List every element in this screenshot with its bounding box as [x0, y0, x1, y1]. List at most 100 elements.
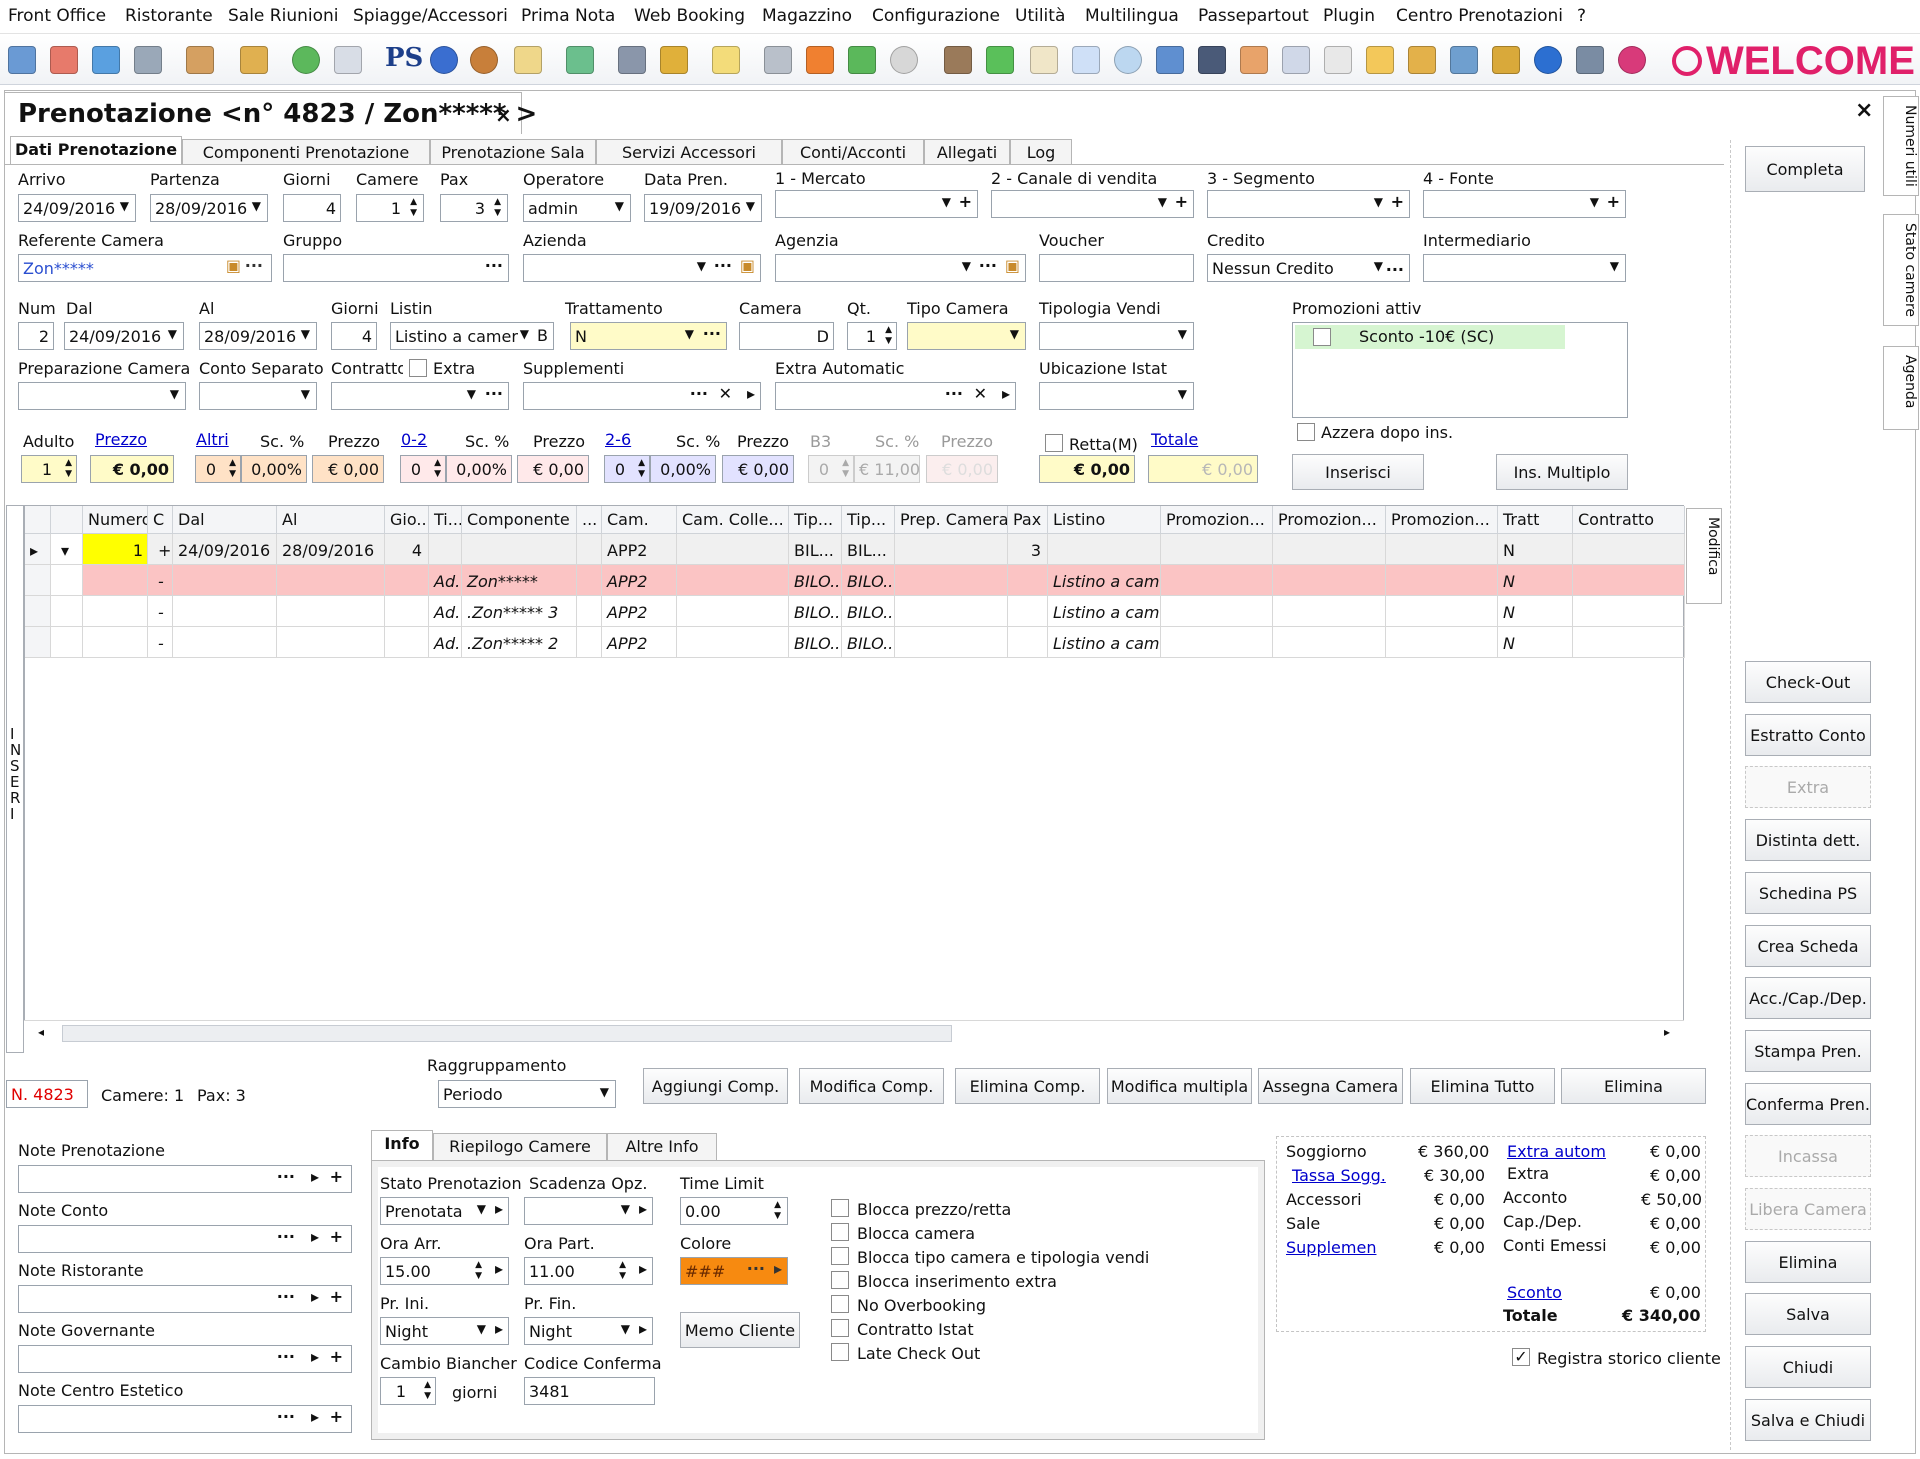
document-tab[interactable]: Prenotazione <n° 4823 / Zon***** > × [4, 92, 537, 134]
spinner-icon[interactable]: ▲ ▼ [774, 1200, 781, 1222]
arrow-right-icon[interactable]: ▸ [774, 1259, 782, 1278]
sidebar-button-crea-scheda[interactable]: Crea Scheda [1745, 924, 1871, 967]
grid-header-14[interactable]: Listino [1048, 506, 1161, 534]
grid-cell-pax[interactable] [1008, 596, 1048, 627]
arrow-right-icon[interactable]: ▸ [639, 1259, 647, 1278]
grid-cell-listino[interactable]: Listino a cam... [1048, 627, 1161, 658]
grid-cell-tip[interactable]: BIL... [842, 534, 895, 565]
more-icon[interactable]: ··· [747, 1259, 765, 1278]
arrow-right-icon[interactable]: ▸ [495, 1319, 503, 1338]
key-icon[interactable] [660, 46, 688, 74]
grid-cell-prep-camera[interactable] [895, 534, 1008, 565]
grid-cell-promozion[interactable] [1273, 534, 1386, 565]
grid-cell-al[interactable] [277, 565, 385, 596]
row-indicator-icon[interactable]: ▸ [25, 534, 51, 565]
grid-cell-promozion[interactable] [1273, 627, 1386, 658]
tab-prenotazione-sala[interactable]: Prenotazione Sala [430, 139, 596, 165]
partenza-field[interactable]: 28/09/2016 ▼ [150, 194, 268, 222]
tipologia-select[interactable]: ▼ [1039, 322, 1194, 350]
grid-cell-cam[interactable]: APP2 [602, 565, 677, 596]
r26-sc-field[interactable]: 0,00% [650, 455, 716, 483]
time-limit-stepper[interactable]: 0.00 ▲ ▼ [680, 1197, 788, 1225]
calendar-grid-icon[interactable] [1282, 46, 1310, 74]
notes-icon[interactable] [712, 46, 740, 74]
sidebar-button-salva-e-chiudi[interactable]: Salva e Chiudi [1745, 1398, 1871, 1441]
qt-stepper[interactable]: 1 ▲ ▼ [847, 322, 897, 350]
info-checkbox[interactable] [831, 1343, 849, 1361]
grid-header-13[interactable]: Pax [1008, 506, 1048, 534]
note-field[interactable]: ··· ▸ + [18, 1285, 352, 1313]
scadenza-select[interactable]: ▼ ▸ [524, 1197, 653, 1225]
grid-cell-cam-colle[interactable] [677, 534, 789, 565]
grid-cell-numero[interactable]: 1 [83, 534, 148, 565]
grid-header-10[interactable]: Tip... [789, 506, 842, 534]
scroll-left-icon[interactable]: ◂ [38, 1025, 44, 1039]
range-0-2-link[interactable]: 0-2 [401, 430, 427, 449]
altri-sc-field[interactable]: 0,00% [241, 455, 307, 483]
grid-cell-numero[interactable] [83, 565, 148, 596]
grid-cell-dal[interactable] [173, 596, 277, 627]
info-checkbox[interactable] [831, 1199, 849, 1217]
pax-stepper[interactable]: 3 ▲ ▼ [440, 194, 508, 222]
retta-field[interactable]: € 0,00 [1039, 455, 1135, 483]
user-search-icon[interactable] [1240, 46, 1268, 74]
stack-folder-icon[interactable] [1408, 46, 1436, 74]
grid-cell-tip[interactable]: BILO... [789, 596, 842, 627]
supplementi-field[interactable]: ··· ✕ ▸ [523, 382, 761, 410]
add-icon[interactable] [986, 46, 1014, 74]
completa-button[interactable]: Completa [1745, 146, 1865, 192]
document-icon[interactable] [334, 46, 362, 74]
sidebar-button-schedina-ps[interactable]: Schedina PS [1745, 871, 1871, 914]
raggruppamento-select[interactable]: Periodo ▼ [438, 1080, 616, 1108]
grid-cell-promozion[interactable] [1386, 565, 1498, 596]
tab-servizi-accessori[interactable]: Servizi Accessori [596, 139, 782, 165]
plus-icon[interactable]: + [330, 1407, 343, 1426]
grid-cell-al[interactable] [277, 627, 385, 658]
grid-cell-c[interactable]: - [148, 596, 173, 627]
grid-cell-promozion[interactable] [1386, 627, 1498, 658]
tab-riepilogo-camere[interactable]: Riepilogo Camere [433, 1133, 607, 1161]
menu-spiagge[interactable]: Spiagge/Accessori [353, 6, 508, 26]
prezzo-link[interactable]: Prezzo [95, 430, 147, 449]
grid-header-12[interactable]: Prep. Camera [895, 506, 1008, 534]
grid-cell-cam[interactable]: APP2 [602, 596, 677, 627]
extra-checkbox[interactable] [409, 359, 427, 377]
calendar-icon[interactable] [50, 46, 78, 74]
giorni2-field[interactable]: 4 [331, 322, 377, 350]
registra-checkbox[interactable]: ✓ [1512, 1348, 1530, 1366]
grid-header-16[interactable]: Promozion... [1273, 506, 1386, 534]
grid-header-11[interactable]: Tip... [842, 506, 895, 534]
grid-header-19[interactable]: Contratto [1573, 506, 1685, 534]
more-icon[interactable]: ··· [703, 324, 721, 343]
grid-cell-ti[interactable]: Ad... [429, 596, 462, 627]
info-checkbox[interactable] [831, 1295, 849, 1313]
menu-passepartout[interactable]: Passepartout [1198, 6, 1309, 26]
grid-header-5[interactable]: Ti... [429, 506, 462, 534]
grid-header-2[interactable]: Dal [173, 506, 277, 534]
grid-cell-promozion[interactable] [1386, 596, 1498, 627]
clear-icon[interactable]: ✕ [719, 384, 732, 403]
cambio-stepper[interactable]: 1 ▲ ▼ [380, 1377, 436, 1405]
table-icon[interactable] [8, 46, 36, 74]
arrivo-field[interactable]: 24/09/2016 ▼ [18, 194, 136, 222]
menu-ristorante[interactable]: Ristorante [125, 6, 213, 26]
plus-icon[interactable]: + [330, 1287, 343, 1306]
grid-cell-cam-colle[interactable] [677, 627, 789, 658]
copy-icon[interactable] [1324, 46, 1352, 74]
folder-icon[interactable] [1366, 46, 1394, 74]
network-icon[interactable] [1576, 46, 1604, 74]
referente-field[interactable]: Zon***** ··· ▣ [18, 254, 272, 282]
more-icon[interactable]: ··· [277, 1287, 295, 1306]
grid-cell-promozion[interactable] [1161, 596, 1273, 627]
grid-cell-ti[interactable]: Ad... [429, 627, 462, 658]
note-field[interactable]: ··· ▸ + [18, 1225, 352, 1253]
listino-select[interactable]: Listino a camer ▼ B [390, 322, 554, 350]
menu-magazzino[interactable]: Magazzino [762, 6, 852, 26]
restaurant-icon[interactable] [944, 46, 972, 74]
pr-fin-select[interactable]: Night ▼ ▸ [524, 1317, 653, 1345]
scrollbar-thumb[interactable] [62, 1025, 952, 1042]
grid-cell-cam[interactable]: APP2 [602, 627, 677, 658]
arrow-right-icon[interactable]: ▸ [495, 1259, 503, 1278]
grid-cell-tratt[interactable]: N [1498, 534, 1573, 565]
close-window-icon[interactable]: × [1855, 98, 1873, 123]
